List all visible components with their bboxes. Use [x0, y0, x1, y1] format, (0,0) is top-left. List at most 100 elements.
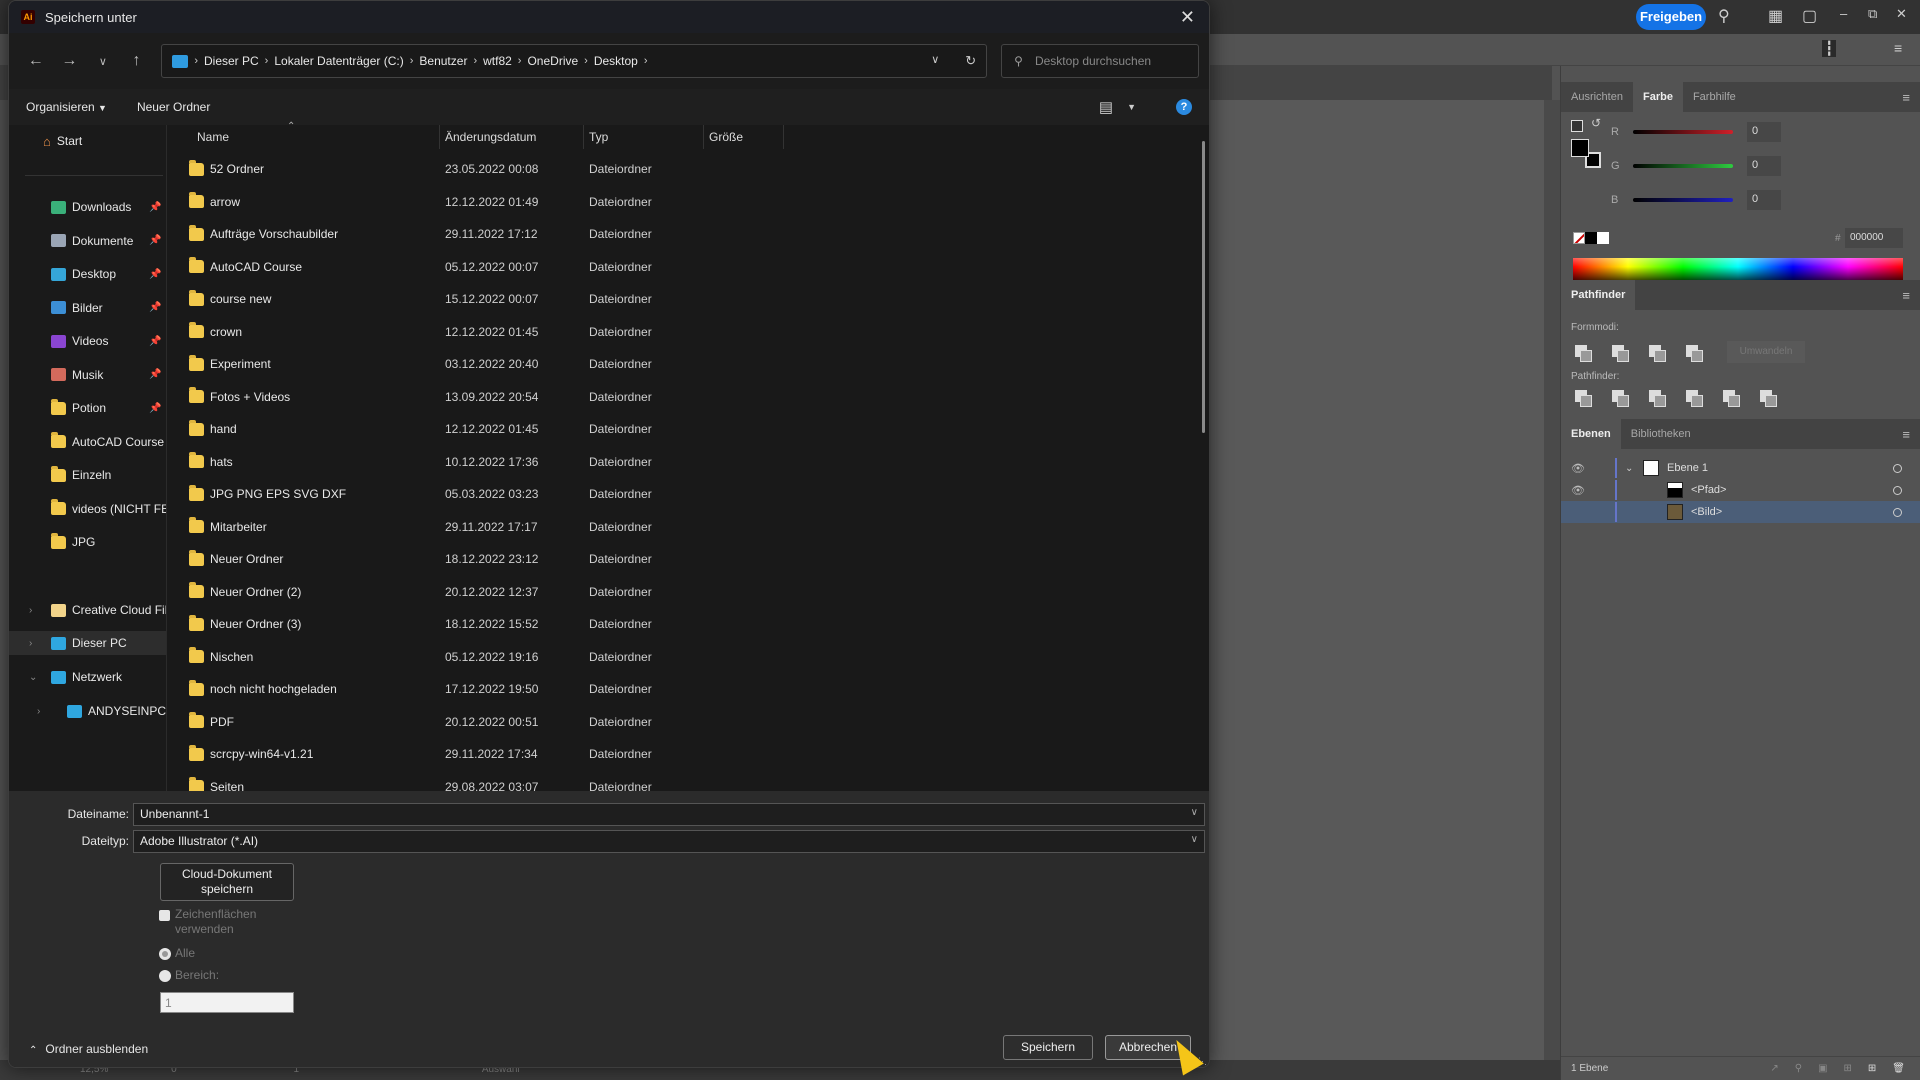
file-row[interactable]: Fotos + Videos 13.09.2022 20:54 Dateiordne… [167, 381, 1207, 413]
none-swatch[interactable] [1573, 232, 1585, 244]
breadcrumb-item[interactable]: Desktop [594, 54, 638, 68]
visibility-eye-icon[interactable]: 👁 [1571, 462, 1585, 475]
search-input[interactable]: ⚲ Desktop durchsuchen [1001, 44, 1199, 78]
breadcrumb-separator[interactable]: › [410, 55, 414, 67]
sidebar-item[interactable]: Desktop 📌 [9, 262, 166, 286]
tab-farbe[interactable]: Farbe [1632, 82, 1683, 112]
slider-r-value[interactable]: 0 [1747, 122, 1781, 142]
restore-icon[interactable]: ⧉ [1868, 6, 1877, 22]
trash-icon[interactable]: 🗑 [1892, 1063, 1905, 1074]
file-row[interactable]: AutoCAD Course 05.12.2022 00:07 Dateiordne… [167, 251, 1207, 283]
tab-ebenen[interactable]: Ebenen [1561, 419, 1621, 449]
minimize-icon[interactable]: – [1840, 6, 1847, 21]
radio-range[interactable] [159, 970, 171, 982]
trim-icon[interactable] [1612, 390, 1629, 407]
menu-icon[interactable]: ≡ [1894, 40, 1902, 56]
file-row[interactable]: JPG PNG EPS SVG DXF 05.03.2022 03:23 Datei… [167, 478, 1207, 510]
slider-g-value[interactable]: 0 [1747, 156, 1781, 176]
layer-name[interactable]: Ebene 1 [1667, 462, 1708, 474]
chevron-right-icon[interactable]: › [29, 638, 32, 649]
sidebar-item[interactable]: Musik 📌 [9, 363, 166, 387]
tree-item[interactable]: › ANDYSEINPC [9, 699, 166, 723]
breadcrumb-separator[interactable]: › [518, 55, 522, 67]
breadcrumb-separator[interactable]: › [265, 55, 269, 67]
tab-ausrichten[interactable]: Ausrichten [1561, 82, 1633, 112]
layers-menu-icon[interactable]: ≡ [1892, 419, 1920, 449]
new-layer-icon[interactable]: ⊞ [1868, 1063, 1876, 1074]
radio-all[interactable] [159, 948, 171, 960]
sidebar-item[interactable]: videos (NICHT FERT [9, 497, 166, 521]
address-dropdown-icon[interactable]: ∨ [931, 53, 939, 69]
new-sublayer-icon[interactable]: ⊞ [1844, 1063, 1852, 1074]
use-artboards-checkbox[interactable] [159, 910, 170, 921]
white-swatch[interactable] [1597, 232, 1609, 244]
panel-collapse-bar[interactable] [1561, 66, 1920, 82]
target-circle-icon[interactable] [1893, 485, 1902, 495]
breadcrumb-item[interactable]: Lokaler Datenträger (C:) [274, 54, 403, 68]
divide-icon[interactable] [1575, 390, 1592, 407]
minus-front-icon[interactable] [1612, 344, 1629, 362]
file-row[interactable]: Neuer Ordner 18.12.2022 23:12 Dateiordner [167, 543, 1207, 575]
forward-arrow-icon[interactable]: → [53, 52, 87, 70]
breadcrumb-item[interactable]: OneDrive [527, 54, 578, 68]
swap-colors-icon[interactable]: ↺ [1591, 116, 1601, 130]
chevron-down-icon[interactable]: ⌄ [29, 672, 37, 683]
hex-input[interactable]: 000000 [1845, 228, 1903, 248]
new-folder-button[interactable]: Neuer Ordner [137, 100, 210, 114]
file-row[interactable]: scrcpy-win64-v1.21 29.11.2022 17:34 Dateio… [167, 738, 1207, 770]
color-spectrum[interactable] [1573, 258, 1903, 280]
filetype-dropdown-icon[interactable]: ∨ [1191, 834, 1198, 845]
black-swatch[interactable] [1585, 232, 1597, 244]
workspace-icon[interactable]: ▦ [1768, 6, 1783, 26]
breadcrumb-separator[interactable]: › [194, 55, 198, 67]
file-row[interactable]: arrow 12.12.2022 01:49 Dateiordner [167, 186, 1207, 218]
outline-icon[interactable] [1723, 390, 1740, 407]
layer-row[interactable]: 👁 ⌄ Ebene 1 [1561, 457, 1920, 479]
chevron-right-icon[interactable]: › [37, 706, 40, 717]
help-icon[interactable]: ? [1176, 99, 1192, 115]
chevron-right-icon[interactable]: › [29, 605, 32, 616]
file-row[interactable]: Experiment 03.12.2022 20:40 Dateiordner [167, 348, 1207, 380]
panel-menu-icon[interactable]: ≡ [1892, 82, 1920, 112]
merge-icon[interactable] [1649, 390, 1666, 407]
breadcrumb-separator[interactable]: › [584, 55, 588, 67]
column-divider[interactable] [783, 125, 784, 149]
column-divider[interactable] [583, 125, 584, 149]
file-row[interactable]: hats 10.12.2022 17:36 Dateiordner [167, 446, 1207, 478]
pin-icon[interactable]: 📌 [149, 202, 161, 213]
view-options-icon[interactable]: ▤ [1099, 98, 1113, 116]
expand-button[interactable]: Umwandeln [1727, 341, 1805, 363]
file-row[interactable]: 52 Ordner 23.05.2022 00:08 Dateiordner [167, 153, 1207, 185]
pin-icon[interactable]: 📌 [149, 369, 161, 380]
slider-b-value[interactable]: 0 [1747, 190, 1781, 210]
view-dropdown-icon[interactable]: ▼ [1127, 102, 1136, 112]
up-arrow-icon[interactable]: ↑ [120, 52, 154, 70]
layer-name[interactable]: <Pfad> [1691, 484, 1726, 496]
default-colors-icon[interactable] [1571, 120, 1583, 132]
pin-icon[interactable]: 📌 [149, 403, 161, 414]
pin-icon[interactable]: 📌 [149, 336, 161, 347]
target-circle-icon[interactable] [1893, 463, 1902, 473]
canvas-scrollbar[interactable] [1544, 100, 1560, 1060]
file-row[interactable]: course new 15.12.2022 00:07 Dateiordner [167, 283, 1207, 315]
file-row[interactable]: Aufträge Vorschaubilder 29.11.2022 17:12 D… [167, 218, 1207, 250]
file-row[interactable]: crown 12.12.2022 01:45 Dateiordner [167, 316, 1207, 348]
share-button[interactable]: Freigeben [1636, 4, 1706, 30]
search-icon[interactable]: ⚲ [1718, 6, 1730, 26]
file-row[interactable]: Mitarbeiter 29.11.2022 17:17 Dateiordner [167, 511, 1207, 543]
breadcrumb-item[interactable]: Dieser PC [204, 54, 259, 68]
sidebar-item[interactable]: Bilder 📌 [9, 296, 166, 320]
file-row[interactable]: hand 12.12.2022 01:45 Dateiordner [167, 413, 1207, 445]
panel-layout-icon[interactable]: ▢ [1802, 6, 1817, 26]
column-divider[interactable] [703, 125, 704, 149]
tree-item[interactable]: ⌄ Netzwerk [9, 665, 166, 689]
locate-icon[interactable]: ⚲ [1795, 1063, 1802, 1074]
sidebar-item[interactable]: Downloads 📌 [9, 195, 166, 219]
range-input[interactable]: 1 [160, 992, 294, 1013]
file-row[interactable]: noch nicht hochgeladen 17.12.2022 19:50 Da… [167, 673, 1207, 705]
breadcrumb-separator[interactable]: › [644, 55, 648, 67]
intersect-icon[interactable] [1649, 344, 1666, 362]
breadcrumb-item[interactable]: wtf82 [483, 54, 512, 68]
recent-locations-chevron-icon[interactable]: ∨ [86, 55, 120, 68]
breadcrumb-separator[interactable]: › [473, 55, 477, 67]
